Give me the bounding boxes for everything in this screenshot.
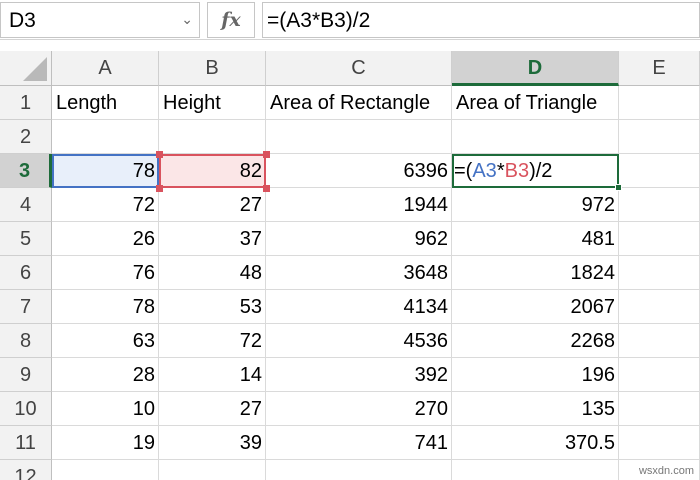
- value-c4: 1944: [403, 194, 449, 216]
- value-a5: 26: [132, 228, 155, 250]
- formula-token-4: )/2: [529, 160, 553, 182]
- formula-input[interactable]: =(A3*B3)/2: [262, 2, 700, 38]
- value-b8: 72: [239, 330, 262, 352]
- value-c8: 4536: [403, 330, 449, 352]
- formula-token-0: =(: [454, 160, 473, 182]
- column-header-d[interactable]: D: [452, 51, 619, 86]
- value-a9: 28: [132, 364, 155, 386]
- cell-b12[interactable]: [159, 460, 266, 480]
- formula-token-2: *: [496, 160, 505, 182]
- chevron-down-icon[interactable]: ⌄: [181, 11, 193, 28]
- formula-token-3: B3: [504, 160, 530, 182]
- value-c11: 741: [414, 432, 448, 454]
- formula-bar: D3 ⌄ fx =(A3*B3)/2: [0, 0, 700, 40]
- column-header-b[interactable]: B: [159, 51, 266, 86]
- value-c6: 3648: [403, 262, 449, 284]
- select-all-triangle-icon: [23, 57, 47, 81]
- value-a10: 10: [132, 398, 155, 420]
- cell-d2[interactable]: [452, 120, 619, 154]
- row-header-10[interactable]: 10: [0, 392, 52, 426]
- value-c9: 392: [414, 364, 448, 386]
- value-d9: 196: [581, 364, 615, 386]
- value-d5: 481: [581, 228, 615, 250]
- cell-e8[interactable]: [619, 324, 700, 358]
- cell-e9[interactable]: [619, 358, 700, 392]
- value-a4: 72: [132, 194, 155, 216]
- value-a6: 76: [132, 262, 155, 284]
- value-b6: 48: [239, 262, 262, 284]
- header-cell-c[interactable]: Area of Rectangle: [266, 86, 452, 120]
- value-d8: 2268: [570, 330, 616, 352]
- name-box[interactable]: D3 ⌄: [0, 2, 200, 38]
- header-cell-b[interactable]: Height: [159, 86, 266, 120]
- value-c5: 962: [414, 228, 448, 250]
- column-header-e[interactable]: E: [619, 51, 700, 86]
- row-header-12[interactable]: 12: [0, 460, 52, 480]
- cell-e7[interactable]: [619, 290, 700, 324]
- cell-e1[interactable]: [619, 86, 700, 120]
- cell-e6[interactable]: [619, 256, 700, 290]
- header-cell-d[interactable]: Area of Triangle: [452, 86, 619, 120]
- formula-text: =(A3*B3)/2: [267, 9, 371, 32]
- value-a3: 78: [132, 160, 155, 182]
- row-header-11[interactable]: 11: [0, 426, 52, 460]
- value-b10: 27: [239, 398, 262, 420]
- cell-c12[interactable]: [266, 460, 452, 480]
- value-d7: 2067: [570, 296, 616, 318]
- cell-e3[interactable]: [619, 154, 700, 188]
- value-b11: 39: [239, 432, 262, 454]
- row-header-9[interactable]: 9: [0, 358, 52, 392]
- row-header-4[interactable]: 4: [0, 188, 52, 222]
- row-header-7[interactable]: 7: [0, 290, 52, 324]
- value-a8: 63: [132, 330, 155, 352]
- value-d10: 135: [581, 398, 615, 420]
- value-b9: 14: [239, 364, 262, 386]
- select-all-button[interactable]: [0, 51, 52, 86]
- cell-e2[interactable]: [619, 120, 700, 154]
- value-c10: 270: [414, 398, 448, 420]
- value-b7: 53: [239, 296, 262, 318]
- cell-e4[interactable]: [619, 188, 700, 222]
- value-d4: 972: [581, 194, 615, 216]
- formula-token-1: A3: [472, 160, 497, 182]
- cell-b2[interactable]: [159, 120, 266, 154]
- value-b4: 27: [239, 194, 262, 216]
- value-a11: 19: [132, 432, 155, 454]
- cell-e11[interactable]: [619, 426, 700, 460]
- value-b3: 82: [239, 160, 262, 182]
- watermark: wsxdn.com: [638, 465, 694, 477]
- name-box-value: D3: [9, 9, 36, 32]
- column-header-c[interactable]: C: [266, 51, 452, 86]
- value-b5: 37: [239, 228, 262, 250]
- cell-a2[interactable]: [52, 120, 159, 154]
- spreadsheet-grid[interactable]: A B C D E 1 2 3 4 5 6 7 8 9 10 11 12 Length Height Area of …: [0, 51, 700, 480]
- row-header-8[interactable]: 8: [0, 324, 52, 358]
- row-header-1[interactable]: 1: [0, 86, 52, 120]
- row-header-3[interactable]: 3: [0, 154, 52, 188]
- cell-e10[interactable]: [619, 392, 700, 426]
- cell-e5[interactable]: [619, 222, 700, 256]
- value-c3: 6396: [403, 160, 449, 182]
- row-header-6[interactable]: 6: [0, 256, 52, 290]
- value-c7: 4134: [403, 296, 449, 318]
- cell-edit-formula[interactable]: =(A3*B3)/2: [454, 154, 552, 188]
- value-d6: 1824: [570, 262, 616, 284]
- value-d11: 370.5: [564, 432, 615, 454]
- cell-d12[interactable]: [452, 460, 619, 480]
- row-header-2[interactable]: 2: [0, 120, 52, 154]
- row-header-5[interactable]: 5: [0, 222, 52, 256]
- fx-icon: fx: [221, 9, 241, 31]
- insert-function-button[interactable]: fx: [207, 2, 255, 38]
- fill-handle[interactable]: [615, 184, 622, 191]
- header-cell-a[interactable]: Length: [52, 86, 159, 120]
- value-a7: 78: [132, 296, 155, 318]
- cell-a12[interactable]: [52, 460, 159, 480]
- column-header-a[interactable]: A: [52, 51, 159, 86]
- cell-c2[interactable]: [266, 120, 452, 154]
